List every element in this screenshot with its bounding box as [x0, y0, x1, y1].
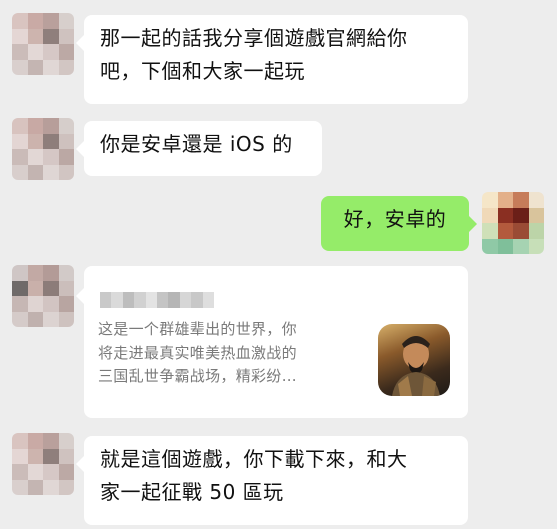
- contact-avatar-blurred[interactable]: [12, 13, 74, 75]
- message-line: 你是安卓還是 iOS 的: [100, 132, 293, 156]
- card-description-line: 将走进最真实唯美热血激战的: [98, 343, 297, 362]
- card-title-blurred: [100, 292, 214, 308]
- message-bubble-incoming[interactable]: 你是安卓還是 iOS 的: [76, 121, 322, 176]
- message-bubble-outgoing[interactable]: 好，安卓的: [321, 196, 477, 251]
- message-bubble-incoming[interactable]: 就是這個遊戲，你下載下來，和大 家一起征戰 50 區玩: [76, 436, 468, 525]
- message-line: 好，安卓的: [343, 207, 447, 231]
- contact-avatar-blurred[interactable]: [12, 433, 74, 495]
- message-line: 就是這個遊戲，你下載下來，和大: [100, 447, 408, 471]
- link-share-card[interactable]: 这是一个群雄辈出的世界，你 将走进最真实唯美热血激战的 三国乱世争霸战场，精彩纷…: [76, 266, 468, 418]
- message-bubble-incoming[interactable]: 那一起的話我分享個遊戲官網給你 吧，下個和大家一起玩: [76, 15, 468, 104]
- message-line: 家一起征戰 50 區玩: [100, 480, 284, 504]
- game-thumbnail-icon: [378, 324, 450, 396]
- user-avatar-blurred[interactable]: [482, 192, 544, 254]
- message-line: 吧，下個和大家一起玩: [100, 59, 305, 83]
- contact-avatar-blurred[interactable]: [12, 265, 74, 327]
- contact-avatar-blurred[interactable]: [12, 118, 74, 180]
- message-line: 那一起的話我分享個遊戲官網給你: [100, 26, 408, 50]
- card-description: 这是一个群雄辈出的世界，你 将走进最真实唯美热血激战的 三国乱世争霸战场，精彩纷…: [98, 318, 356, 389]
- card-description-line: 这是一个群雄辈出的世界，你: [98, 320, 297, 338]
- card-description-line: 三国乱世争霸战场，精彩纷…: [98, 367, 297, 385]
